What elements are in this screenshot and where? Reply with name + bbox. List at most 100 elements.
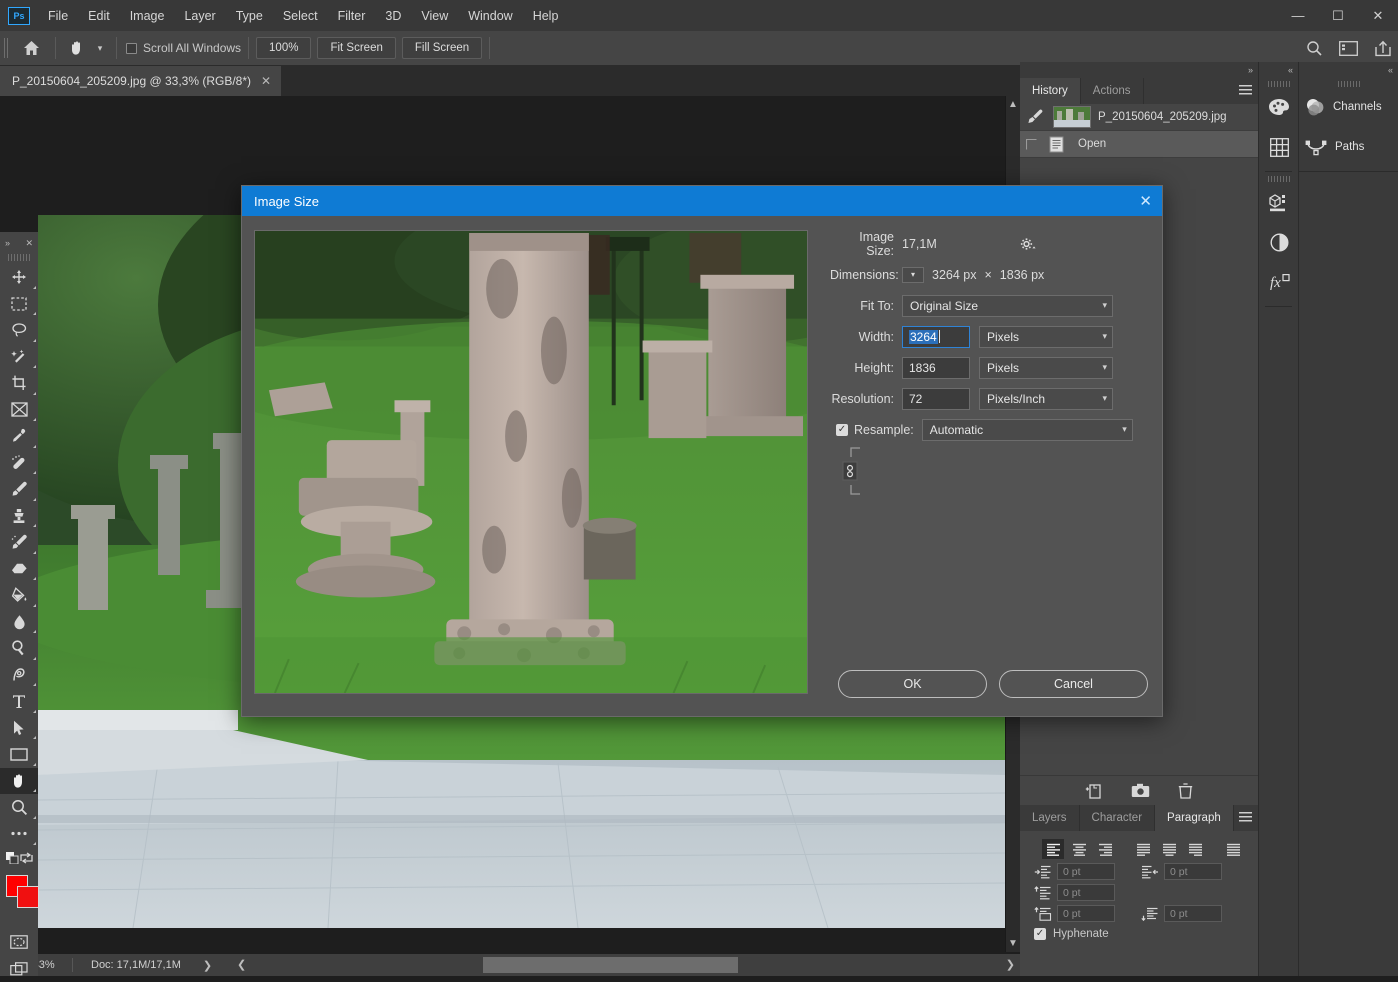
image-size-dialog[interactable]: Image Size ✕ [241, 185, 1163, 717]
space-after-paragraph-field[interactable]: 0 pt [1164, 905, 1222, 922]
chevron-down-icon[interactable]: ▾ [902, 267, 924, 283]
fit-to-dropdown[interactable]: Original Size ▾ [902, 295, 1113, 317]
menu-filter[interactable]: Filter [328, 5, 376, 27]
horizontal-scroll-thumb[interactable] [483, 957, 738, 973]
image-preview[interactable] [254, 230, 808, 694]
quick-selection-tool[interactable] [0, 344, 38, 371]
canvas-horizontal-scrollbar[interactable]: ❮ ❯ [233, 954, 1020, 976]
maximize-icon[interactable]: ☐ [1318, 0, 1358, 31]
indent-left-margin-field[interactable]: 0 pt [1057, 863, 1115, 880]
menu-layer[interactable]: Layer [174, 5, 225, 27]
dodge-tool[interactable] [0, 635, 38, 662]
frame-tool[interactable] [0, 397, 38, 424]
resolution-input[interactable]: 72 [902, 388, 970, 410]
edit-toolbar-ellipsis-icon[interactable] [0, 821, 38, 848]
tools-panel-grip[interactable] [8, 254, 30, 261]
align-center-button[interactable] [1068, 839, 1090, 859]
move-tool[interactable] [0, 264, 38, 291]
history-brush-tool[interactable] [0, 529, 38, 556]
justify-all-button[interactable] [1222, 839, 1244, 859]
hyphenate-checkbox[interactable]: ✓ Hyphenate [1034, 928, 1258, 940]
minimize-icon[interactable]: — [1278, 0, 1318, 31]
menu-3d[interactable]: 3D [375, 5, 411, 27]
tab-character[interactable]: Character [1080, 805, 1156, 831]
spot-healing-brush-tool[interactable] [0, 450, 38, 477]
zoom-100-button[interactable]: 100% [256, 37, 311, 59]
chevron-down-icon[interactable]: ▾ [91, 43, 109, 54]
horizontal-type-tool[interactable] [0, 688, 38, 715]
new-document-from-state-icon[interactable] [1085, 783, 1103, 799]
dock-item-channels[interactable]: Channels [1299, 87, 1398, 127]
width-input[interactable]: 3264 [902, 326, 970, 348]
justify-last-right-button[interactable] [1184, 839, 1206, 859]
workspace-icon[interactable] [1339, 41, 1358, 56]
background-color-swatch[interactable] [17, 886, 39, 908]
swap-colors-icon[interactable] [20, 852, 33, 864]
align-right-button[interactable] [1094, 839, 1116, 859]
tab-paragraph[interactable]: Paragraph [1155, 805, 1234, 831]
tab-layers[interactable]: Layers [1020, 805, 1080, 831]
fx-icon[interactable]: fx [1259, 262, 1299, 302]
fill-screen-button[interactable]: Fill Screen [402, 37, 482, 59]
height-input[interactable]: 1836 [902, 357, 970, 379]
panel-menu-icon[interactable] [1239, 85, 1252, 96]
home-icon[interactable] [14, 40, 48, 56]
3d-icon[interactable] [1259, 182, 1299, 222]
rectangular-marquee-tool[interactable] [0, 291, 38, 318]
hand-tool[interactable] [0, 768, 38, 795]
chevron-left-icon[interactable]: ❮ [237, 958, 246, 971]
menu-select[interactable]: Select [273, 5, 328, 27]
close-icon[interactable]: ✕ [1358, 0, 1398, 31]
tab-actions[interactable]: Actions [1081, 78, 1144, 104]
chevron-down-icon[interactable]: ▼ [1006, 938, 1020, 949]
history-state-marker[interactable] [1026, 139, 1042, 150]
right-dock-collapse[interactable]: » [1020, 62, 1258, 78]
justify-last-center-button[interactable] [1158, 839, 1180, 859]
default-colors-icon[interactable] [6, 852, 20, 864]
double-chevron-right-icon[interactable]: » [5, 238, 10, 248]
search-icon[interactable] [1306, 40, 1323, 57]
eraser-tool[interactable] [0, 556, 38, 583]
menu-view[interactable]: View [411, 5, 458, 27]
indent-first-line-field[interactable]: 0 pt [1057, 884, 1115, 901]
history-state-open-row[interactable]: Open [1020, 131, 1258, 158]
indent-right-margin-field[interactable]: 0 pt [1164, 863, 1222, 880]
history-snapshot-row[interactable]: P_20150604_205209.jpg [1020, 104, 1258, 131]
blur-tool[interactable] [0, 609, 38, 636]
cancel-button[interactable]: Cancel [999, 670, 1148, 698]
ok-button[interactable]: OK [838, 670, 987, 698]
chevron-right-icon[interactable]: ❯ [203, 959, 212, 972]
adjustments-icon[interactable] [1259, 222, 1299, 262]
named-dock-collapse[interactable]: « [1299, 62, 1398, 78]
close-icon[interactable]: ✕ [25, 238, 33, 249]
options-bar-grip[interactable] [4, 38, 10, 58]
path-selection-tool[interactable] [0, 715, 38, 742]
tab-history[interactable]: History [1020, 78, 1081, 104]
document-tab[interactable]: P_20150604_205209.jpg @ 33,3% (RGB/8*) ✕ [0, 66, 282, 96]
space-before-paragraph-field[interactable]: 0 pt [1057, 905, 1115, 922]
menu-image[interactable]: Image [120, 5, 175, 27]
quick-mask-icon[interactable] [0, 929, 38, 956]
gradient-tool[interactable] [0, 582, 38, 609]
menu-file[interactable]: File [38, 5, 78, 27]
close-icon[interactable]: ✕ [1139, 192, 1152, 210]
justify-last-left-button[interactable] [1132, 839, 1154, 859]
resolution-unit-dropdown[interactable]: Pixels/Inch ▾ [979, 388, 1113, 410]
fit-screen-button[interactable]: Fit Screen [317, 37, 395, 59]
menu-window[interactable]: Window [458, 5, 522, 27]
constrain-proportions-control[interactable] [838, 445, 860, 493]
dock-item-paths[interactable]: Paths [1299, 127, 1398, 167]
rectangle-tool[interactable] [0, 741, 38, 768]
crop-tool[interactable] [0, 370, 38, 397]
clone-stamp-tool[interactable] [0, 503, 38, 530]
icon-dock-collapse[interactable]: « [1259, 62, 1298, 78]
lasso-tool[interactable] [0, 317, 38, 344]
delete-icon[interactable] [1178, 783, 1193, 799]
screen-mode-icon[interactable] [0, 956, 38, 982]
resample-checkbox[interactable]: ✓ [830, 424, 848, 436]
eyedropper-tool[interactable] [0, 423, 38, 450]
brush-tool[interactable] [0, 476, 38, 503]
resample-dropdown[interactable]: Automatic ▾ [922, 419, 1133, 441]
width-unit-dropdown[interactable]: Pixels ▾ [979, 326, 1113, 348]
pen-tool[interactable] [0, 662, 38, 689]
